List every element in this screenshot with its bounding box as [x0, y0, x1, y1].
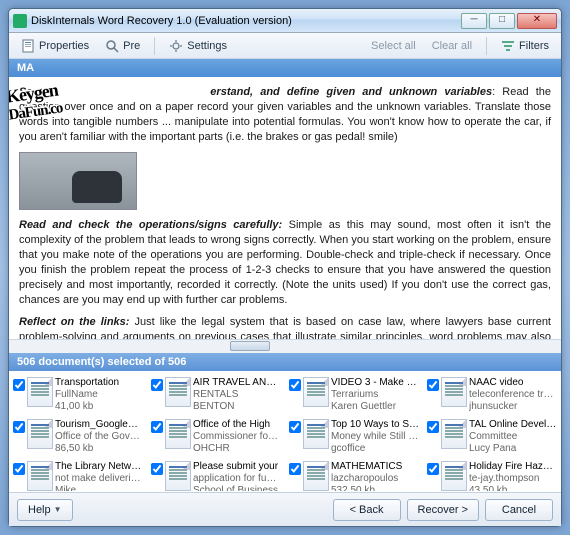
- article-pane[interactable]: Keygen DaFun.co Scanxxxxxxxxxxxxxxxxxxxx…: [9, 77, 561, 339]
- document-icon: [303, 419, 329, 449]
- file-checkbox[interactable]: [289, 421, 301, 433]
- watermark-stamp: Keygen DaFun.co: [9, 79, 63, 124]
- horizontal-scrollbar[interactable]: [9, 339, 561, 353]
- preview-icon: [105, 39, 119, 53]
- chevron-down-icon: ▼: [54, 505, 62, 514]
- file-item[interactable]: Tourism_Google_RLS.docOffice of the Gove…: [11, 417, 145, 457]
- properties-button[interactable]: Properties: [15, 37, 95, 55]
- file-item[interactable]: VIDEO 3 - Make theTerrariumsKaren Guettl…: [287, 375, 421, 415]
- selection-count-bar: 506 document(s) selected of 506: [9, 353, 561, 371]
- footer: Help▼ < Back Recover > Cancel: [9, 492, 561, 526]
- window-title: DiskInternals Word Recovery 1.0 (Evaluat…: [31, 15, 461, 27]
- toolbar: Properties Pre Settings Select all Clear…: [9, 33, 561, 59]
- document-icon: [441, 377, 467, 407]
- back-button[interactable]: < Back: [333, 499, 401, 521]
- file-checkbox[interactable]: [427, 379, 439, 391]
- filters-button[interactable]: Filters: [495, 37, 555, 55]
- file-checkbox[interactable]: [289, 463, 301, 475]
- file-item[interactable]: NAAC videoteleconference transcrip...jhu…: [425, 375, 559, 415]
- file-checkbox[interactable]: [151, 379, 163, 391]
- file-checkbox[interactable]: [151, 421, 163, 433]
- file-item[interactable]: TransportationFullName41,00 kb: [11, 375, 145, 415]
- close-button[interactable]: ✕: [517, 13, 557, 29]
- section-header: MA: [9, 59, 561, 77]
- document-icon: [27, 461, 53, 491]
- document-icon: [165, 461, 191, 491]
- document-icon: [27, 419, 53, 449]
- maximize-button[interactable]: □: [489, 13, 515, 29]
- file-item[interactable]: MATHEMATICSlazcharopoulos532,50 kb: [287, 459, 421, 491]
- file-item[interactable]: Office of the HighCommissioner for Human…: [149, 417, 283, 457]
- document-icon: [441, 461, 467, 491]
- help-button[interactable]: Help▼: [17, 499, 73, 521]
- separator: [154, 37, 155, 55]
- article-image: [19, 152, 137, 210]
- file-item[interactable]: AIR TRAVEL AND CARRENTALSBENTON: [149, 375, 283, 415]
- file-checkbox[interactable]: [427, 463, 439, 475]
- filter-icon: [501, 39, 515, 53]
- file-item[interactable]: Top 10 Ways to SaveMoney while Still Enj…: [287, 417, 421, 457]
- document-icon: [165, 377, 191, 407]
- file-item[interactable]: Please submit yourapplication for fundin…: [149, 459, 283, 491]
- document-icon: [441, 419, 467, 449]
- select-all-button[interactable]: Select all: [365, 38, 422, 54]
- properties-icon: [21, 39, 35, 53]
- clear-all-button[interactable]: Clear all: [426, 38, 478, 54]
- minimize-button[interactable]: ─: [461, 13, 487, 29]
- titlebar[interactable]: DiskInternals Word Recovery 1.0 (Evaluat…: [9, 9, 561, 33]
- file-checkbox[interactable]: [13, 379, 25, 391]
- document-icon: [303, 461, 329, 491]
- file-item[interactable]: Holiday Fire Hazardste-jay.thompson43,50…: [425, 459, 559, 491]
- cancel-button[interactable]: Cancel: [485, 499, 553, 521]
- file-grid: TransportationFullName41,00 kbAIR TRAVEL…: [9, 371, 561, 491]
- document-icon: [165, 419, 191, 449]
- settings-button[interactable]: Settings: [163, 37, 233, 55]
- file-checkbox[interactable]: [427, 421, 439, 433]
- preview-button[interactable]: Pre: [99, 37, 146, 55]
- file-checkbox[interactable]: [13, 463, 25, 475]
- separator: [486, 37, 487, 55]
- scrollbar-thumb[interactable]: [230, 341, 270, 351]
- recover-button[interactable]: Recover >: [407, 499, 479, 521]
- file-checkbox[interactable]: [289, 379, 301, 391]
- file-item[interactable]: TAL Online DevelopmentCommitteeLucy Pana: [425, 417, 559, 457]
- file-checkbox[interactable]: [13, 421, 25, 433]
- content-area: MA Keygen DaFun.co Scanxxxxxxxxxxxxxxxxx…: [9, 59, 561, 492]
- gear-icon: [169, 39, 183, 53]
- file-item[interactable]: The Library Network doesnot make deliver…: [11, 459, 145, 491]
- document-icon: [303, 377, 329, 407]
- file-checkbox[interactable]: [151, 463, 163, 475]
- document-icon: [27, 377, 53, 407]
- main-window: DiskInternals Word Recovery 1.0 (Evaluat…: [8, 8, 562, 527]
- app-icon: [13, 14, 27, 28]
